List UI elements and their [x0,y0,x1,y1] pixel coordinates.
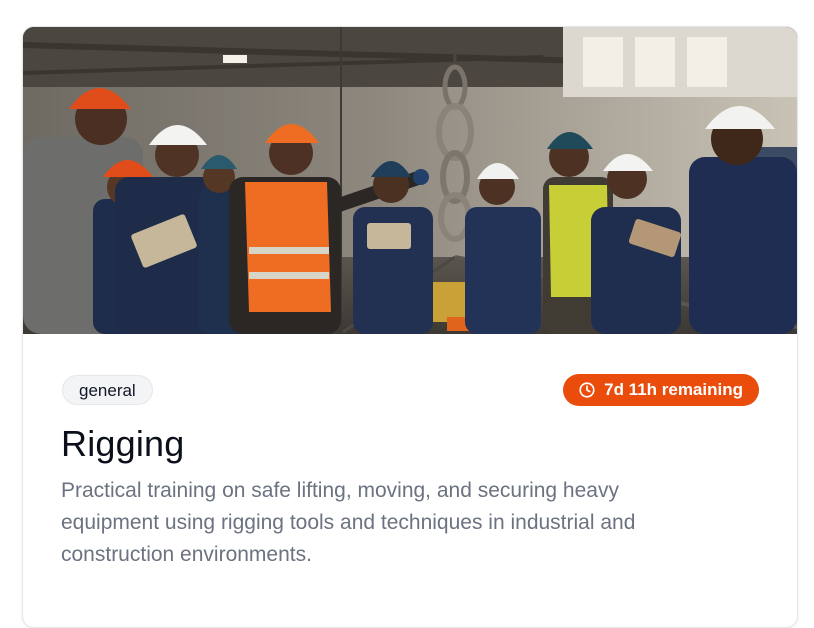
time-remaining-text: 7d 11h remaining [604,380,743,399]
clock-icon [579,382,595,398]
course-description: Practical training on safe lifting, movi… [61,479,636,566]
card-content: general 7d 11h remaining Rigging Practic… [61,373,759,571]
card-meta-row: general 7d 11h remaining [61,373,759,407]
time-remaining-badge: 7d 11h remaining [563,374,759,406]
course-title[interactable]: Rigging [61,423,759,465]
course-card[interactable]: general 7d 11h remaining Rigging Practic… [22,26,798,628]
category-tag: general [62,375,153,405]
course-image [23,27,797,334]
